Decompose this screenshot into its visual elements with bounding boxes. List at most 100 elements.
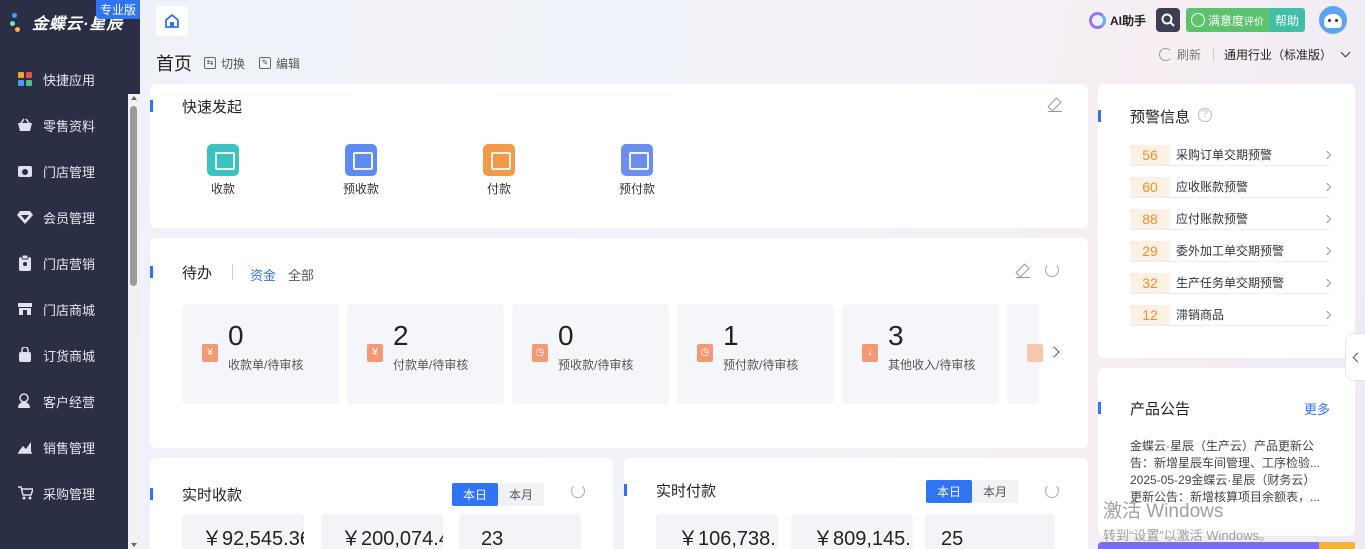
page-title: 首页 (156, 54, 192, 74)
card-accent-bar (150, 100, 153, 112)
bottom-banner[interactable] (1098, 542, 1355, 549)
refresh-icon[interactable] (571, 484, 585, 498)
refresh-icon[interactable] (1045, 484, 1059, 498)
sidebar-item-sales-management[interactable]: 销售管理 (0, 424, 140, 470)
warning-row[interactable]: 29 委外加工单交期预警 (1130, 240, 1332, 262)
shop-icon (16, 300, 34, 318)
refresh-label: 刷新 (1176, 48, 1201, 62)
quick-prereceive-button[interactable]: 预收款 (326, 144, 396, 197)
collapse-panel-button[interactable] (1345, 333, 1365, 381)
todo-label: 付款单/待审核 (393, 358, 469, 372)
warning-label: 滞销商品 (1176, 308, 1225, 322)
industry-label: 通用行业（标准版） (1223, 48, 1332, 62)
help-circle-icon[interactable]: ? (1198, 108, 1212, 122)
todo-item[interactable]: 2 ¥ 付款单/待审核 (347, 304, 504, 404)
card-title: 实时收款 (182, 487, 243, 504)
warning-count: 88 (1130, 208, 1170, 229)
tab-all[interactable]: 全部 (288, 265, 314, 284)
search-button[interactable] (1155, 8, 1180, 32)
quick-pay-button[interactable]: 付款 (464, 144, 534, 197)
cart-icon (16, 484, 34, 502)
industry-select[interactable]: 通用行业（标准版） (1223, 46, 1351, 63)
home-button[interactable] (156, 6, 188, 36)
edit-layout-button[interactable]: ✎ 编辑 (259, 55, 300, 72)
smile-icon (1190, 13, 1205, 27)
sidebar-item-label: 会员管理 (43, 210, 96, 226)
stat-value: 25 (941, 528, 964, 549)
warning-row[interactable]: 88 应付账款预警 (1130, 208, 1332, 230)
diamond-icon (16, 208, 34, 226)
ai-assistant-button[interactable]: AI助手 (1088, 11, 1146, 29)
top-right-toolbar: AI助手 满意度 评价 帮助 (1088, 6, 1347, 34)
sidebar-item-store-marketing[interactable]: 门店营销 (0, 240, 140, 286)
user-icon (16, 392, 34, 410)
satisfaction-rating-button[interactable]: 满意度 评价 (1185, 8, 1269, 32)
yen-icon: ¥ (202, 344, 218, 362)
user-avatar[interactable] (1319, 6, 1347, 34)
home-icon (165, 13, 179, 28)
todo-label: 其他收入/待审核 (888, 358, 976, 372)
more-link[interactable]: 更多 (1304, 399, 1330, 418)
card-accent-bar (1098, 402, 1101, 414)
sidebar: 金蝶云·星辰 专业版 快捷应用 零售资料 门店管理 会员管理 门店营销 门店商城 (0, 0, 140, 549)
todo-item[interactable]: 0 ◷ 预收款/待审核 (512, 304, 669, 404)
refresh-icon[interactable] (1045, 263, 1059, 277)
sidebar-item-quick-apps[interactable]: 快捷应用 (0, 56, 140, 102)
sidebar-item-label: 快捷应用 (43, 72, 96, 88)
scroll-down-icon[interactable] (131, 543, 137, 547)
sidebar-item-order-mall[interactable]: 订货商城 (0, 332, 140, 378)
period-today[interactable]: 本日 (926, 480, 973, 503)
scroll-up-icon[interactable] (131, 96, 137, 100)
receive-icon (207, 144, 239, 176)
sidebar-item-member-management[interactable]: 会员管理 (0, 194, 140, 240)
help-button[interactable]: 帮助 (1268, 8, 1305, 32)
card-title: 快速发起 (182, 99, 243, 116)
quick-launch-card: 快速发起 收款 预收款 付款 预付款 (150, 84, 1088, 228)
period-toggle: 本日 本月 (452, 483, 545, 506)
warning-row[interactable]: 32 生产任务单交期预警 (1130, 272, 1332, 294)
warning-row[interactable]: 12 滞销商品 (1130, 304, 1332, 326)
warning-label: 应付账款预警 (1176, 212, 1249, 226)
switch-button[interactable]: ⇆ 切换 (204, 55, 245, 72)
warning-count: 32 (1130, 272, 1170, 293)
brand-logo[interactable]: 金蝶云·星辰 专业版 (0, 0, 140, 44)
sidebar-item-label: 门店营销 (43, 256, 96, 272)
period-month[interactable]: 本月 (498, 483, 545, 506)
tab-funds[interactable]: 资金 (250, 265, 276, 284)
todo-item[interactable]: 1 ◷ 预付款/待审核 (677, 304, 834, 404)
sidebar-item-retail-data[interactable]: 零售资料 (0, 102, 140, 148)
sidebar-item-label: 客户经营 (43, 394, 96, 410)
card-title: 产品公告 (1130, 401, 1191, 418)
period-month[interactable]: 本月 (972, 480, 1019, 503)
warning-row[interactable]: 56 采购订单交期预警 (1130, 144, 1332, 166)
period-today[interactable]: 本日 (452, 483, 499, 506)
sidebar-scrollbar[interactable] (128, 94, 140, 549)
refresh-button[interactable]: 刷新 (1158, 46, 1201, 63)
divider (1212, 47, 1214, 62)
notice-item[interactable]: 金蝶云·星辰（生产云）产品更新公告：新增星辰车间管理、工序检验... (1130, 438, 1326, 472)
sidebar-item-store-mall[interactable]: 门店商城 (0, 286, 140, 332)
pay-icon (483, 144, 515, 176)
edit-icon[interactable] (1016, 264, 1030, 278)
warning-label: 采购订单交期预警 (1176, 148, 1273, 162)
sidebar-item-customer-operation[interactable]: 客户经营 (0, 378, 140, 424)
todo-label: 收款单/待审核 (228, 358, 304, 372)
scrollbar-thumb[interactable] (130, 106, 137, 286)
sidebar-item-purchase-management[interactable]: 采购管理 (0, 470, 140, 516)
chevron-right-icon (1322, 278, 1332, 287)
prepay-icon (621, 144, 653, 176)
todo-item-partial[interactable] (1007, 304, 1043, 404)
chevron-right-icon (1322, 150, 1332, 159)
scroll-right-icon[interactable] (1048, 346, 1060, 358)
edit-icon[interactable] (1048, 98, 1062, 112)
warning-count: 12 (1130, 304, 1170, 325)
warning-row[interactable]: 60 应收账款预警 (1130, 176, 1332, 198)
quick-prepay-button[interactable]: 预付款 (602, 144, 672, 197)
quick-item-label: 预付款 (618, 182, 655, 196)
todo-item[interactable]: 0 ¥ 收款单/待审核 (182, 304, 339, 404)
quick-receive-button[interactable]: 收款 (188, 144, 258, 197)
sidebar-menu: 快捷应用 零售资料 门店管理 会员管理 门店营销 门店商城 订货商城 客户经营 (0, 56, 140, 516)
period-toggle: 本日 本月 (926, 480, 1019, 503)
todo-item[interactable]: 3 ↓ 其他收入/待审核 (842, 304, 999, 404)
sidebar-item-store-management[interactable]: 门店管理 (0, 148, 140, 194)
